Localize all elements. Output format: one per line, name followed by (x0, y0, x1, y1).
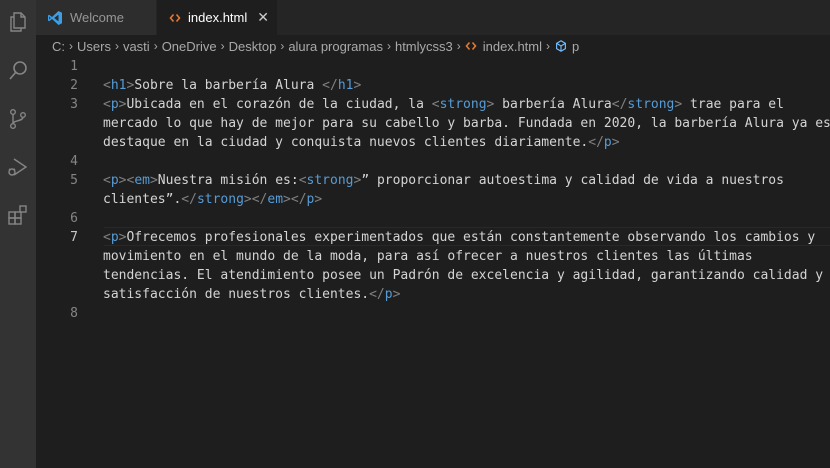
breadcrumb-item[interactable]: htmlycss3 (395, 39, 453, 54)
code-line-wrap: movimiento en el mundo de la moda, para … (103, 249, 753, 264)
chevron-right-icon: › (456, 39, 461, 53)
vscode-logo-icon (47, 10, 63, 26)
breadcrumb-item[interactable]: p (554, 39, 579, 54)
run-debug-icon[interactable] (0, 149, 36, 185)
line-number: 8 (70, 306, 78, 321)
line-number: 2 (70, 78, 78, 93)
chevron-right-icon: › (220, 39, 225, 53)
activity-bar (0, 0, 36, 468)
code-line: <p>Ofrecemos profesionales experimentado… (103, 230, 816, 245)
chevron-right-icon: › (546, 39, 551, 53)
breadcrumb-item[interactable]: Desktop (229, 39, 277, 54)
symbol-element-icon (556, 40, 566, 52)
code-line: <p><em>Nuestra misión es:<strong>” propo… (103, 173, 784, 188)
chevron-right-icon: › (386, 39, 391, 53)
html-file-icon (169, 12, 181, 24)
close-tab-icon[interactable]: ✕ (257, 9, 269, 26)
tab-index-label: index.html (188, 10, 248, 25)
breadcrumb-item[interactable]: OneDrive (162, 39, 217, 54)
tab-welcome-label: Welcome (70, 10, 124, 25)
line-number: 5 (70, 173, 78, 188)
breadcrumb-symbol-label: p (572, 38, 580, 54)
code-line-wrap: tendencias. El atendimiento posee un Pad… (103, 268, 824, 283)
chevron-right-icon: › (153, 39, 158, 53)
tab-bar: Welcome index.html ✕ (36, 0, 830, 35)
code-line: <h1>Sobre la barbería Alura </h1> (103, 78, 362, 93)
files-icon[interactable] (0, 4, 36, 40)
line-number: 3 (70, 97, 78, 112)
chevron-right-icon: › (114, 39, 119, 53)
line-number: 6 (70, 211, 78, 226)
html-file-icon (465, 41, 477, 51)
code-line: <p>Ubicada en el corazón de la ciudad, l… (103, 97, 784, 112)
code-line-wrap: satisfacción de nuestros clientes.</p> (103, 287, 401, 302)
line-number: 1 (70, 59, 78, 74)
breadcrumb-item[interactable]: index.html (465, 39, 542, 54)
breadcrumb-file-label: index.html (482, 38, 543, 54)
extensions-icon[interactable] (0, 197, 36, 233)
line-number: 4 (70, 154, 78, 169)
line-number-active: 7 (70, 230, 78, 245)
chevron-right-icon: › (280, 39, 285, 53)
breadcrumb-item[interactable]: alura programas (288, 39, 383, 54)
tab-index-html[interactable]: index.html ✕ (157, 0, 277, 35)
code-line-wrap: clientes”.</strong></em></p> (103, 192, 323, 207)
chevron-right-icon: › (69, 39, 73, 53)
source-control-icon[interactable] (0, 101, 36, 137)
tab-welcome[interactable]: Welcome (36, 0, 156, 35)
breadcrumb: C: › Users › vasti › OneDrive › Desktop … (36, 35, 830, 57)
code-line-wrap: destaque en la ciudad y conquista nuevos… (103, 135, 620, 150)
breadcrumb-item[interactable]: Users (77, 39, 111, 54)
breadcrumb-item[interactable]: vasti (123, 39, 150, 54)
search-icon[interactable] (0, 53, 36, 89)
breadcrumb-item[interactable]: C: (52, 39, 65, 54)
code-editor[interactable]: 1 2 3 4 5 6 7 8 <h1>Sobre la barbería Al… (36, 57, 830, 468)
code-line-wrap: mercado lo que hay de mejor para su cabe… (103, 116, 830, 131)
